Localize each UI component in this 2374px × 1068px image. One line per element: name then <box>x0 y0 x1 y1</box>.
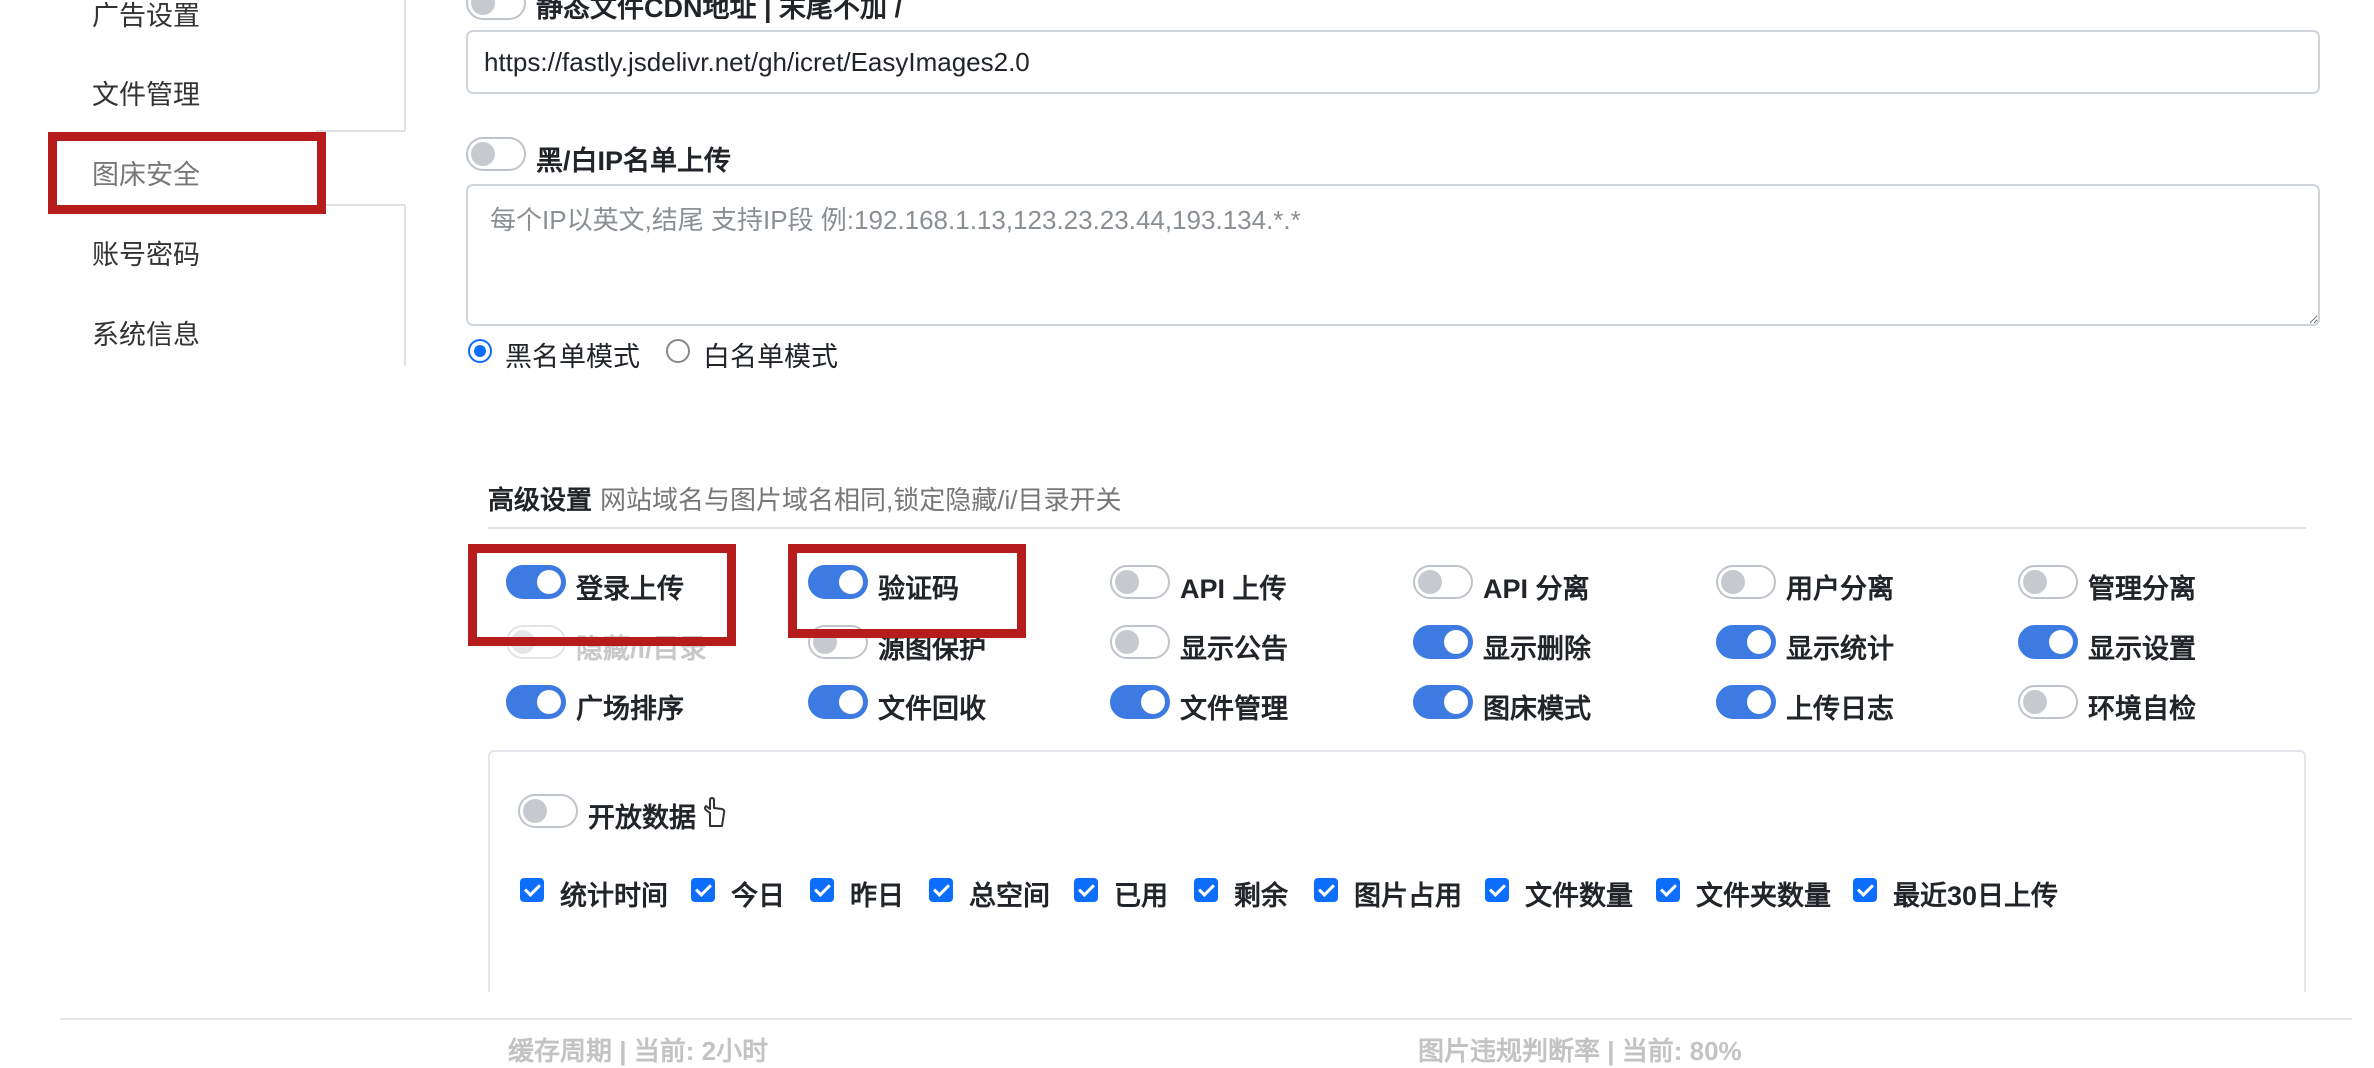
footer-divider <box>60 1018 2352 1020</box>
blacklist-mode-radio[interactable] <box>468 339 492 363</box>
toggle-switch[interactable] <box>2018 565 2078 599</box>
hand-pointer-icon <box>704 797 726 827</box>
open-data-checkbox[interactable] <box>1314 878 1338 902</box>
toggle-label: 用户分离 <box>1786 574 1894 604</box>
whitelist-mode-radio[interactable] <box>666 339 690 363</box>
open-data-checkbox[interactable] <box>810 878 834 902</box>
ip-list-label: 黑/白IP名单上传 <box>536 146 732 176</box>
toggle-label: 环境自检 <box>2088 694 2196 724</box>
advanced-section-title: 高级设置 网站域名与图片域名相同,锁定隐藏/i/目录开关 <box>488 480 1121 517</box>
highlight-box <box>468 544 736 646</box>
open-data-checkbox-label: 昨日 <box>850 881 904 911</box>
open-data-card <box>488 750 2306 992</box>
toggle-label: 显示统计 <box>1786 634 1894 664</box>
open-data-checkbox-label: 总空间 <box>969 881 1050 911</box>
toggle-label: 文件管理 <box>1180 694 1288 724</box>
sidebar-divider <box>316 204 406 206</box>
sidebar-border <box>404 204 406 366</box>
open-data-checkbox[interactable] <box>929 878 953 902</box>
highlight-box <box>48 132 326 214</box>
blacklist-mode-label: 黑名单模式 <box>505 342 640 372</box>
toggle-switch[interactable] <box>1413 685 1473 719</box>
section-divider <box>488 527 2306 529</box>
toggle-label: 显示公告 <box>1180 634 1288 664</box>
open-data-checkbox[interactable] <box>1194 878 1218 902</box>
toggle-switch[interactable] <box>1413 565 1473 599</box>
sidebar-item-files[interactable]: 文件管理 <box>92 73 200 112</box>
cdn-label: 静态文件CDN地址 | 末尾不加 / <box>536 0 903 23</box>
highlight-box <box>788 544 1026 638</box>
sidebar-item-sysinfo[interactable]: 系统信息 <box>92 313 200 352</box>
toggle-label: 文件回收 <box>878 694 986 724</box>
whitelist-mode-label: 白名单模式 <box>703 342 838 372</box>
open-data-switch[interactable] <box>518 794 578 828</box>
open-data-checkbox-label: 图片占用 <box>1354 881 1462 911</box>
toggle-label: 上传日志 <box>1786 694 1894 724</box>
toggle-switch[interactable] <box>506 685 566 719</box>
cache-period-label: 缓存周期 | 当前: 2小时 <box>508 1036 769 1066</box>
toggle-switch[interactable] <box>1110 685 1170 719</box>
toggle-switch[interactable] <box>2018 685 2078 719</box>
violation-rate-label: 图片违规判断率 | 当前: 80% <box>1418 1036 1742 1066</box>
open-data-checkbox[interactable] <box>520 878 544 902</box>
toggle-label: API 分离 <box>1483 574 1590 604</box>
ip-list-textarea[interactable] <box>466 184 2320 326</box>
sidebar-border <box>404 0 406 130</box>
open-data-label: 开放数据 <box>588 803 696 833</box>
toggle-switch[interactable] <box>2018 625 2078 659</box>
advanced-subtitle: 网站域名与图片域名相同,锁定隐藏/i/目录开关 <box>600 485 1122 515</box>
advanced-title: 高级设置 <box>488 485 593 515</box>
toggle-label: API 上传 <box>1180 574 1287 604</box>
open-data-checkbox[interactable] <box>691 878 715 902</box>
toggle-label: 管理分离 <box>2088 574 2196 604</box>
toggle-label: 显示删除 <box>1483 634 1591 664</box>
toggle-label: 图床模式 <box>1483 694 1591 724</box>
sidebar-divider <box>316 130 406 132</box>
toggle-label: 广场排序 <box>576 694 684 724</box>
ip-list-switch[interactable] <box>466 137 526 171</box>
toggle-switch[interactable] <box>1716 565 1776 599</box>
toggle-switch[interactable] <box>808 685 868 719</box>
open-data-checkbox[interactable] <box>1485 878 1509 902</box>
open-data-checkbox-label: 已用 <box>1114 881 1168 911</box>
toggle-switch[interactable] <box>1110 625 1170 659</box>
toggle-switch[interactable] <box>1716 625 1776 659</box>
open-data-checkbox[interactable] <box>1656 878 1680 902</box>
toggle-switch[interactable] <box>1716 685 1776 719</box>
sidebar-item-ads[interactable]: 广告设置 <box>92 0 200 33</box>
cdn-switch[interactable] <box>466 0 526 20</box>
open-data-checkbox-label: 今日 <box>731 881 785 911</box>
open-data-checkbox-label: 统计时间 <box>560 881 668 911</box>
sidebar-item-account[interactable]: 账号密码 <box>92 233 200 272</box>
open-data-checkbox[interactable] <box>1853 878 1877 902</box>
toggle-switch[interactable] <box>1413 625 1473 659</box>
cdn-url-input[interactable] <box>466 30 2320 94</box>
toggle-label: 显示设置 <box>2088 634 2196 664</box>
open-data-checkbox-label: 文件夹数量 <box>1696 881 1831 911</box>
toggle-switch[interactable] <box>1110 565 1170 599</box>
open-data-checkbox-label: 最近30日上传 <box>1893 881 2059 911</box>
open-data-checkbox-label: 剩余 <box>1234 881 1288 911</box>
open-data-checkbox-label: 文件数量 <box>1525 881 1633 911</box>
open-data-checkbox[interactable] <box>1074 878 1098 902</box>
